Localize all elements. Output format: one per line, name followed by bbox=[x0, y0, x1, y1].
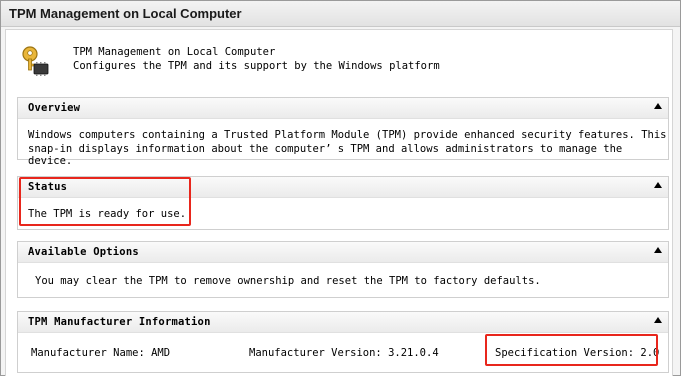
overview-text-line-1: Windows computers containing a Trusted P… bbox=[28, 129, 667, 141]
collapse-icon[interactable] bbox=[654, 247, 662, 253]
collapse-icon[interactable] bbox=[654, 182, 662, 188]
window-title: TPM Management on Local Computer bbox=[9, 6, 242, 21]
overview-header[interactable]: Overview bbox=[18, 98, 668, 119]
specification-highlight-box bbox=[485, 334, 658, 366]
available-options-text: You may clear the TPM to remove ownershi… bbox=[35, 275, 541, 287]
available-options-title: Available Options bbox=[28, 246, 139, 258]
manufacturer-name: Manufacturer Name: AMD bbox=[31, 347, 171, 359]
manufacturer-info-header[interactable]: TPM Manufacturer Information bbox=[18, 312, 668, 333]
collapse-icon[interactable] bbox=[654, 103, 662, 109]
title-bar: TPM Management on Local Computer bbox=[1, 1, 680, 27]
manufacturer-info-title: TPM Manufacturer Information bbox=[28, 316, 211, 328]
key-chip-icon bbox=[22, 46, 49, 76]
header-description: Configures the TPM and its support by th… bbox=[73, 60, 440, 72]
manufacturer-version: Manufacturer Version: 3.21.0.4 bbox=[249, 347, 439, 359]
overview-section: Overview Windows computers containing a … bbox=[17, 97, 669, 167]
available-options-section: Available Options You may clear the TPM … bbox=[17, 241, 669, 298]
tpm-management-window: TPM Management on Local Computer TPM Man… bbox=[0, 0, 681, 376]
status-highlight-box bbox=[19, 177, 191, 226]
content-pane: TPM Management on Local Computer Configu… bbox=[5, 29, 673, 376]
overview-title: Overview bbox=[28, 102, 81, 114]
collapse-icon[interactable] bbox=[654, 317, 662, 323]
header-title: TPM Management on Local Computer bbox=[73, 46, 276, 58]
overview-text-line-2: snap-in displays information about the c… bbox=[28, 143, 623, 167]
available-options-header[interactable]: Available Options bbox=[18, 242, 668, 263]
